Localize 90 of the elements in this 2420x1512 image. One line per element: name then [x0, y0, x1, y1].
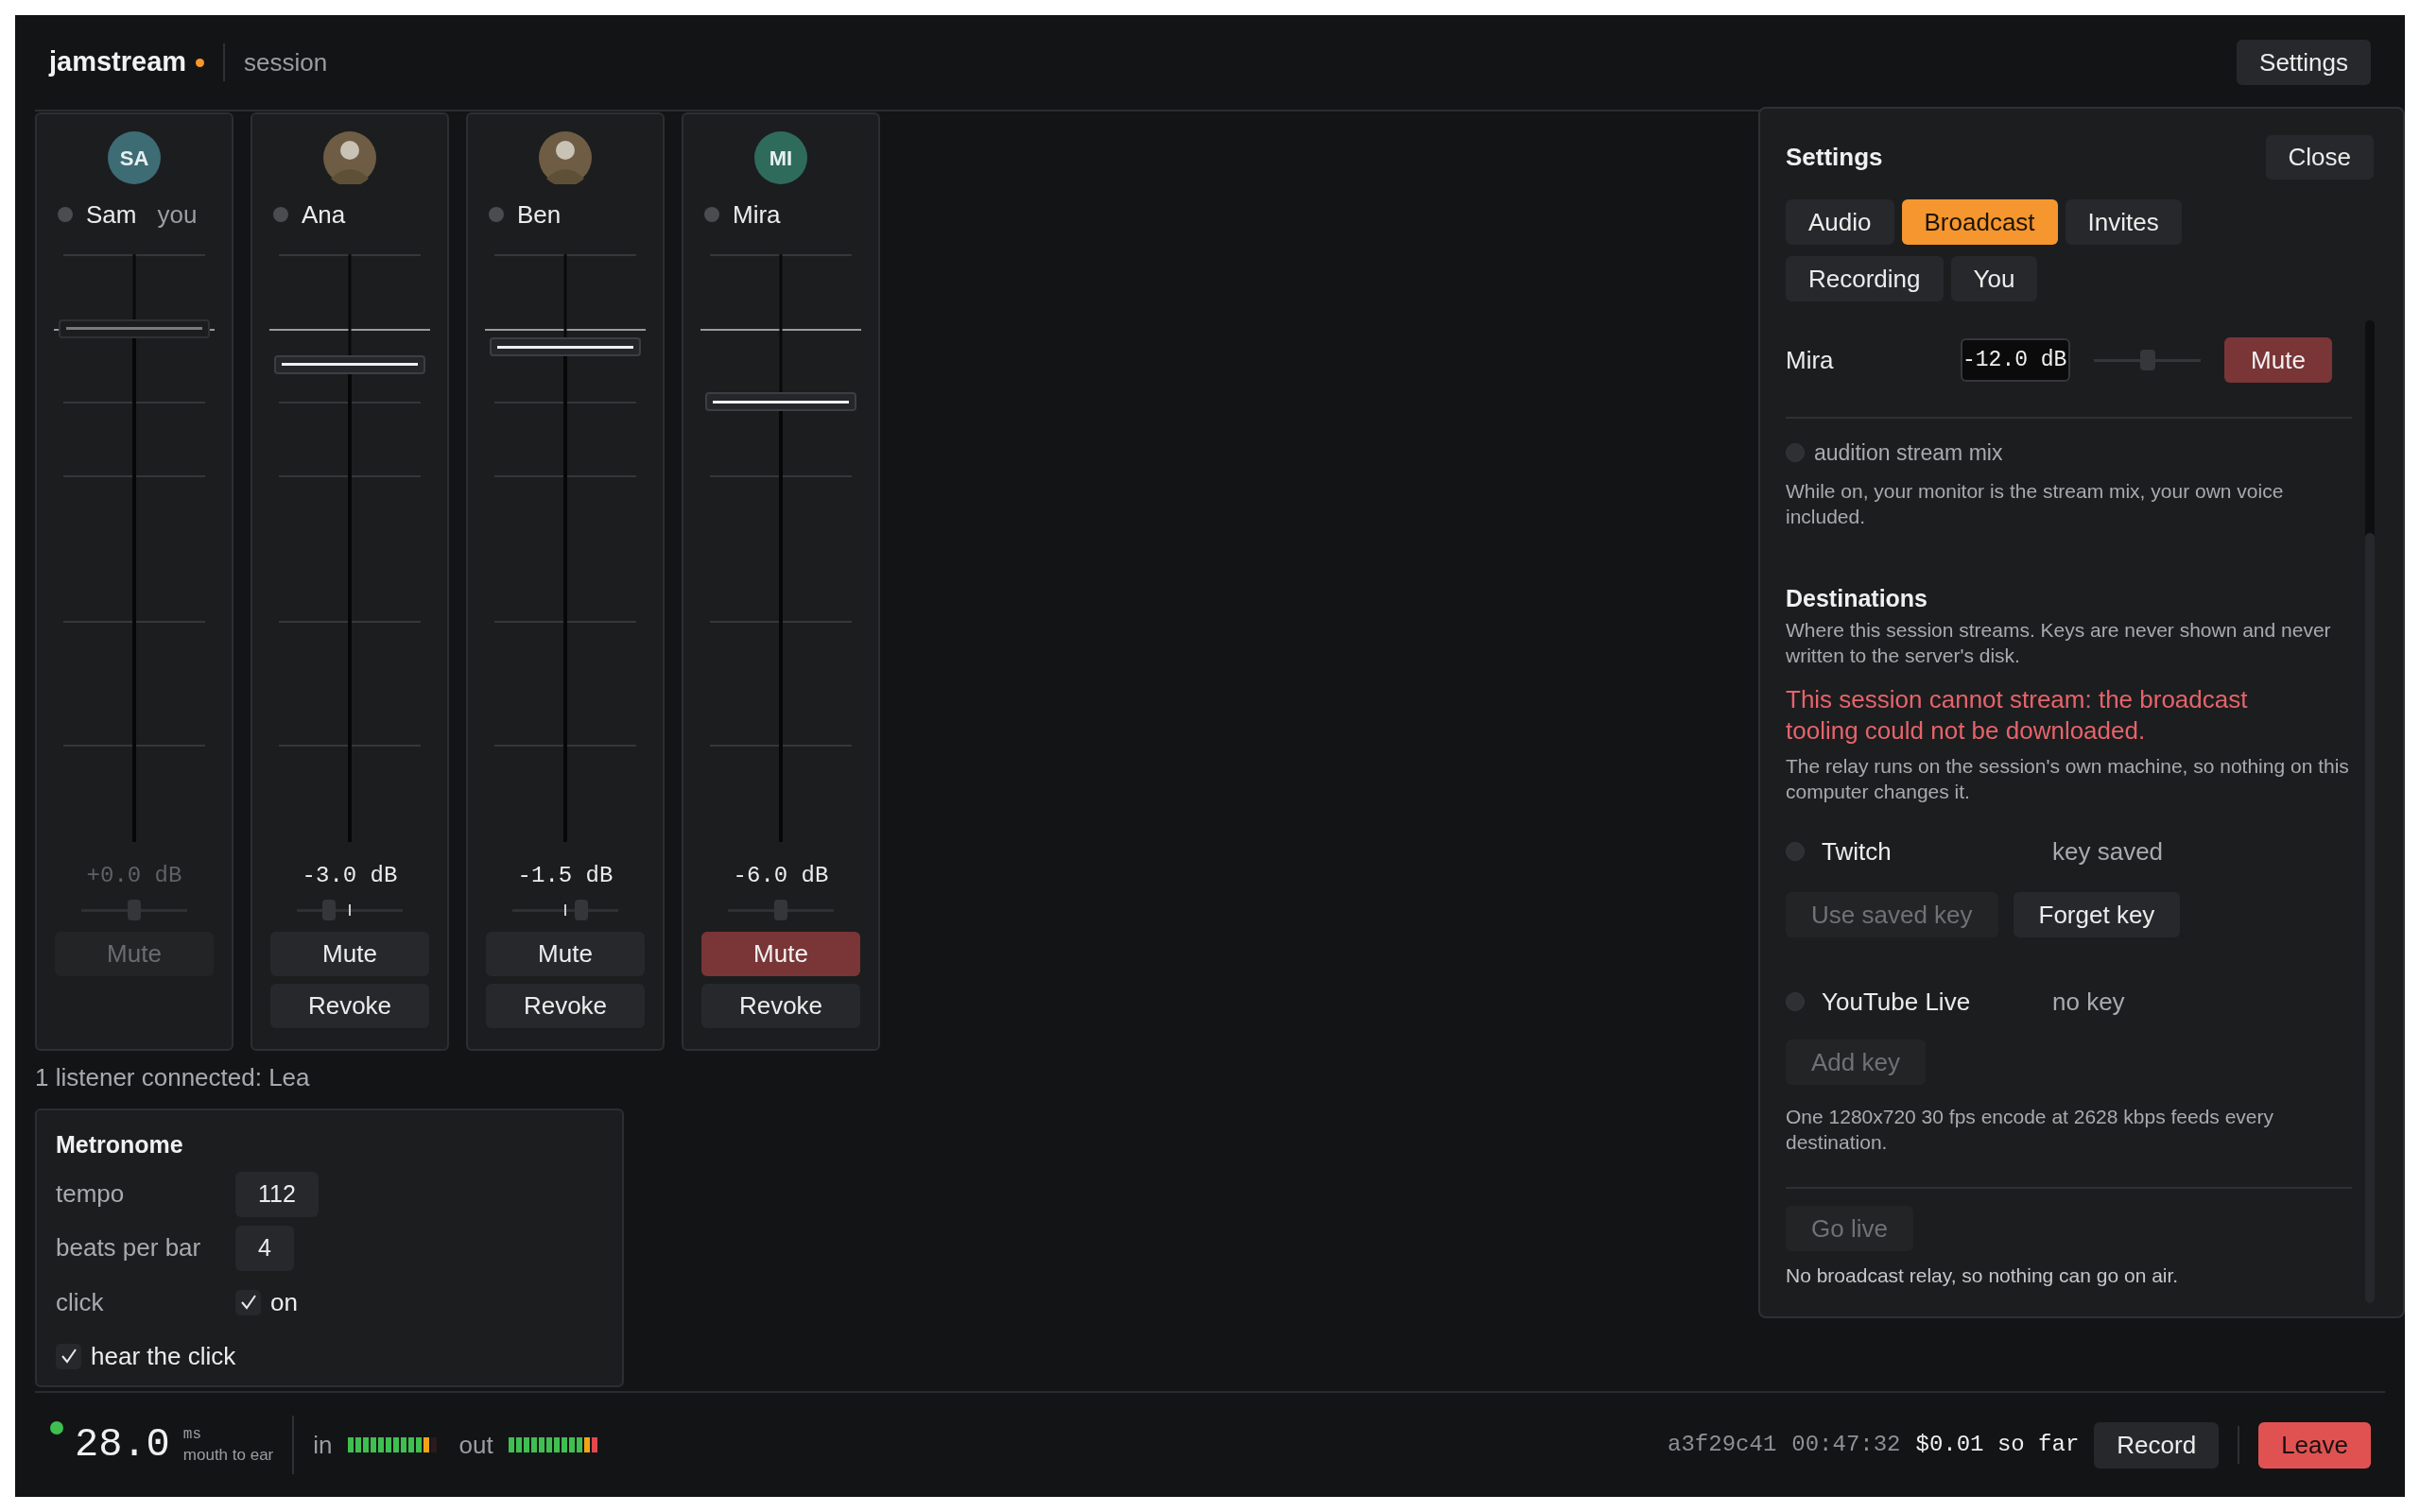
help-text: While on, your monitor is the stream mix, your own voice included.	[1786, 479, 2285, 529]
record-button[interactable]: Record	[2094, 1421, 2220, 1469]
checkbox[interactable]	[56, 1343, 81, 1369]
latency-value: 28.0	[75, 1420, 170, 1469]
help-text: One 1280x720 30 fps encode at 2628 kbps feeds every destination.	[1786, 1105, 2275, 1155]
scrollbar[interactable]	[2365, 320, 2375, 1303]
latency-unit: ms	[182, 1425, 203, 1445]
radio-button[interactable]	[1786, 842, 1805, 861]
context-label: session	[244, 46, 328, 78]
mute-button[interactable]: Mute	[486, 932, 645, 976]
channel-tag: you	[157, 196, 198, 233]
checkbox-label: hear the click	[91, 1340, 236, 1372]
destination-name: YouTube Live	[1822, 986, 1972, 1018]
meter-label: in	[313, 1429, 333, 1461]
check-icon	[239, 1294, 257, 1311]
checkbox-label: on	[270, 1286, 298, 1318]
pan-thumb[interactable]	[321, 900, 336, 920]
avatar-silhouette-icon	[323, 131, 376, 184]
close-button[interactable]: Close	[2265, 135, 2374, 180]
slider-thumb[interactable]	[2139, 350, 2155, 370]
settings-tab[interactable]: Audio	[1786, 199, 1894, 245]
gain-field[interactable]: -12.0 dB	[1961, 338, 2070, 382]
app-logo: jamstream	[49, 45, 187, 79]
pan-slider[interactable]	[512, 900, 618, 920]
field-label: tempo	[56, 1178, 126, 1210]
channel-name: Ben	[517, 198, 562, 231]
key-status: no key	[2052, 986, 2125, 1018]
check-icon	[60, 1348, 78, 1365]
mute-button[interactable]: Mute	[270, 932, 429, 976]
gain-reading: +0.0 dB	[86, 863, 182, 889]
session-id: a3f29c41	[1668, 1431, 1777, 1459]
fader-thumb[interactable]	[490, 337, 641, 357]
elapsed-time: 00:47:32	[1791, 1431, 1901, 1459]
latency-caption: mouth to ear	[182, 1445, 274, 1466]
mix-name: Mira	[1786, 344, 1835, 376]
radio-button[interactable]	[1786, 443, 1805, 462]
avatar-silhouette-icon	[539, 131, 592, 184]
session-cost: $0.01 so far	[1915, 1431, 2080, 1459]
channel-name: Sam	[86, 198, 137, 231]
fader-track[interactable]	[269, 254, 430, 842]
error-message: This session cannot stream: the broadcast tooling could not be downloaded.	[1786, 684, 2249, 747]
pan-thumb[interactable]	[774, 900, 787, 920]
help-text: No broadcast relay, so nothing can go on air.	[1786, 1263, 2180, 1288]
fader-thumb[interactable]	[274, 354, 425, 374]
mix-slider[interactable]	[2094, 350, 2201, 370]
pan-thumb[interactable]	[574, 900, 588, 920]
pan-slider[interactable]	[81, 900, 187, 920]
settings-tab[interactable]: Broadcast	[1901, 199, 2058, 245]
help-text: The relay runs on the session's own machine, so nothing on this computer changes it.	[1786, 754, 2350, 804]
settings-tab[interactable]: Recording	[1786, 256, 1944, 301]
meter-label: out	[458, 1429, 493, 1461]
settings-button[interactable]: Settings	[2237, 40, 2371, 85]
gain-reading: -1.5 dB	[517, 863, 614, 889]
number-field[interactable]: 112	[235, 1171, 319, 1217]
radio-button[interactable]	[1786, 992, 1805, 1011]
pan-slider[interactable]	[297, 900, 403, 920]
option-label: audition stream mix	[1814, 438, 2003, 467]
destination-name: Twitch	[1822, 835, 1893, 868]
panel-title: Metronome	[56, 1130, 184, 1160]
revoke-button[interactable]: Revoke	[270, 984, 429, 1028]
field-label: click	[56, 1286, 105, 1318]
fader-track[interactable]	[54, 254, 215, 842]
channel-name: Ana	[302, 198, 346, 231]
field-label: beats per bar	[56, 1232, 202, 1263]
help-text: Where this session streams. Keys are never shown and never written to the server's disk.	[1786, 618, 2332, 668]
gain-reading: -6.0 dB	[733, 863, 829, 889]
mute-button[interactable]: Mute	[701, 932, 860, 976]
scrollbar-thumb[interactable]	[2365, 533, 2375, 1303]
fader-track[interactable]	[700, 254, 861, 842]
mute-button[interactable]: Mute	[2224, 337, 2332, 383]
revoke-button[interactable]: Revoke	[486, 984, 645, 1028]
pan-slider[interactable]	[728, 900, 834, 920]
listener-status: 1 listener connected: Lea	[35, 1062, 310, 1088]
key-button[interactable]: Forget key	[2013, 892, 2181, 937]
number-field[interactable]: 4	[235, 1225, 294, 1271]
fader-thumb[interactable]	[705, 392, 856, 412]
settings-tab[interactable]: Invites	[2065, 199, 2182, 245]
leave-button[interactable]: Leave	[2258, 1421, 2371, 1469]
panel-title: Settings	[1786, 142, 1883, 173]
checkbox[interactable]	[235, 1289, 261, 1315]
fader-thumb[interactable]	[59, 319, 210, 338]
channel-name: Mira	[733, 198, 781, 231]
key-status: key saved	[2052, 835, 2164, 868]
settings-tab[interactable]: You	[1950, 256, 2038, 301]
fader-track[interactable]	[485, 254, 646, 842]
revoke-button[interactable]: Revoke	[701, 984, 860, 1028]
section-title: Destinations	[1786, 584, 1929, 611]
gain-reading: -3.0 dB	[302, 863, 398, 889]
avatar: MI	[754, 131, 807, 184]
avatar: SA	[108, 131, 161, 184]
